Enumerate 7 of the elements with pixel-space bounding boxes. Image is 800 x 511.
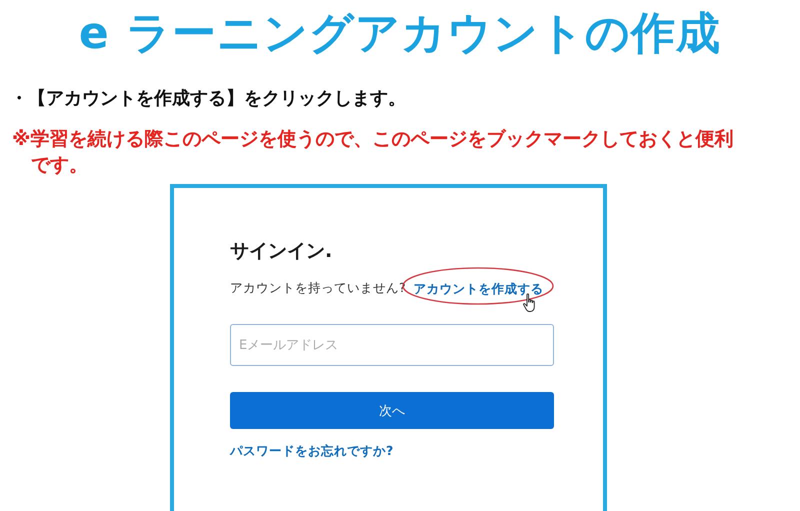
forgot-password-link[interactable]: パスワードをお忘れですか?: [230, 443, 394, 460]
signin-title: サインイン.: [230, 239, 332, 264]
next-button[interactable]: 次へ: [230, 392, 554, 429]
instruction-text: ・【アカウントを作成する】をクリックします。: [10, 87, 406, 111]
email-field[interactable]: Eメールアドレス: [230, 324, 554, 366]
note-text: ※学習を続ける際このページを使うので、このページをブックマークしておくと便利です。: [12, 127, 734, 178]
slide-title: e ラーニングアカウントの作成: [78, 7, 722, 61]
